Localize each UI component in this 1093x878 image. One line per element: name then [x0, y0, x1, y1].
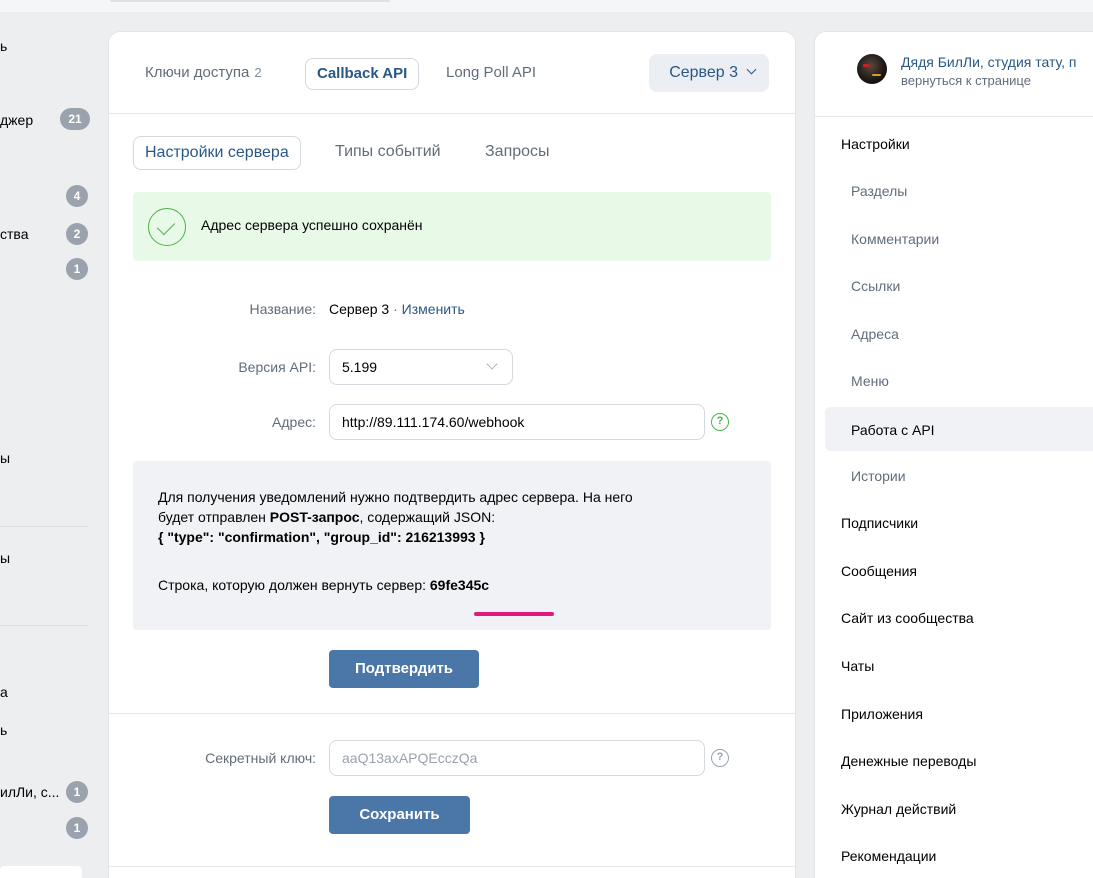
left-nav-badge: 1: [66, 817, 88, 839]
community-menu-card: Дядя БилЛи, студия тату, п вернуться к с…: [814, 31, 1093, 878]
highlight-underline: [474, 612, 554, 616]
menu-recommendations[interactable]: Рекомендации: [841, 848, 936, 864]
server-name: Сервер 3: [329, 301, 390, 317]
subtab-event-types[interactable]: Типы событий: [335, 136, 441, 170]
left-nav-item[interactable]: а: [0, 684, 8, 700]
left-nav-badge: 4: [66, 185, 88, 207]
change-name-link[interactable]: Изменить: [402, 301, 465, 317]
api-settings-card: Ключи доступа 2 Callback API Long Poll AP…: [108, 31, 796, 878]
info-line-4: Строка, которую должен вернуть сервер: 6…: [158, 577, 490, 593]
menu-subscribers[interactable]: Подписчики: [841, 515, 918, 531]
left-nav-item[interactable]: ь: [0, 722, 7, 738]
confirmation-code: 69fe345c: [429, 577, 490, 593]
menu-apps[interactable]: Приложения: [841, 706, 923, 722]
tab-callback-api[interactable]: Callback API: [305, 58, 420, 90]
confirm-button[interactable]: Подтвердить: [329, 650, 479, 688]
left-nav-item[interactable]: ы: [0, 450, 10, 466]
confirmation-info: Для получения уведомлений нужно подтверд…: [133, 461, 771, 630]
avatar[interactable]: [857, 54, 887, 84]
menu-addresses[interactable]: Адреса: [851, 326, 899, 342]
tab-access-keys-label: Ключи доступа: [145, 64, 250, 81]
divider: [109, 713, 795, 714]
left-nav-badge: 1: [66, 781, 88, 803]
address-label: Адрес:: [272, 414, 316, 430]
card-footer-divider: [109, 866, 795, 867]
left-nav-item[interactable]: ства: [0, 226, 28, 242]
server-select-label: Сервер 3: [669, 64, 738, 81]
left-nav-item[interactable]: ь: [0, 38, 7, 54]
server-subtabs: Настройки сервера Типы событий Запросы: [133, 136, 773, 170]
left-nav-badge: 2: [66, 223, 88, 245]
group-name-link[interactable]: Дядя БилЛи, студия тату, п: [901, 54, 1077, 70]
left-nav-item[interactable]: ы: [0, 550, 10, 566]
left-nav-badge: 1: [66, 258, 88, 280]
menu-menu[interactable]: Меню: [851, 373, 889, 389]
chevron-down-icon: [486, 358, 498, 370]
address-input[interactable]: [329, 404, 705, 440]
menu-api-label: Работа с API: [851, 422, 935, 438]
help-icon[interactable]: ?: [711, 749, 729, 767]
tab-access-keys[interactable]: Ключи доступа 2: [145, 58, 262, 90]
left-nav-item-group[interactable]: илЛи, с...: [0, 784, 59, 800]
subtab-requests[interactable]: Запросы: [485, 136, 550, 170]
menu-api-active[interactable]: Работа с API: [825, 407, 1093, 451]
api-version-label: Версия API:: [238, 359, 316, 375]
menu-messages[interactable]: Сообщения: [841, 563, 917, 579]
left-nav-divider: [0, 526, 88, 527]
check-circle-icon: [148, 208, 186, 246]
left-nav-footer-block: [0, 866, 82, 878]
menu-sections[interactable]: Разделы: [851, 183, 907, 199]
menu-links[interactable]: Ссылки: [851, 278, 900, 294]
chevron-down-icon: [746, 64, 757, 75]
name-separator: ·: [389, 301, 402, 317]
menu-site[interactable]: Сайт из сообщества: [841, 610, 974, 626]
server-select[interactable]: Сервер 3: [649, 54, 769, 92]
success-message: Адрес сервера успешно сохранён: [201, 217, 423, 233]
post-request-text: POST-запрос: [269, 509, 360, 525]
left-nav: ь джер 21 4 ства 2 1 ы ы а ь илЛи, с... …: [0, 0, 92, 878]
info-line-1: Для получения уведомлений нужно подтверд…: [158, 489, 633, 505]
api-tabs: Ключи доступа 2 Callback API Long Poll AP…: [109, 32, 795, 114]
info-json: { "type": "confirmation", "group_id": 21…: [158, 529, 485, 545]
tab-access-keys-count: 2: [254, 65, 262, 80]
tab-long-poll-api[interactable]: Long Poll API: [446, 58, 536, 90]
left-nav-item-manager[interactable]: джер: [0, 112, 33, 128]
name-label: Название:: [249, 301, 316, 317]
api-version-value: 5.199: [342, 359, 378, 375]
left-nav-divider: [0, 625, 88, 626]
secret-key-label: Секретный ключ:: [205, 750, 316, 766]
top-search-field-edge[interactable]: [110, 0, 390, 2]
divider: [815, 116, 1093, 117]
menu-stories[interactable]: Истории: [851, 468, 906, 484]
success-alert: Адрес сервера успешно сохранён: [133, 192, 771, 261]
back-to-page-link[interactable]: вернуться к странице: [901, 73, 1031, 88]
menu-settings[interactable]: Настройки: [841, 136, 910, 152]
menu-chats[interactable]: Чаты: [841, 658, 874, 674]
name-value-row: Сервер 3 · Изменить: [329, 301, 465, 317]
subtab-server-settings[interactable]: Настройки сервера: [133, 136, 301, 170]
help-icon[interactable]: ?: [711, 413, 729, 431]
info-line-2: будет отправлен POST-запрос, содержащий …: [158, 509, 496, 525]
secret-key-input[interactable]: [329, 740, 705, 776]
left-nav-badge: 21: [60, 108, 90, 130]
save-button[interactable]: Сохранить: [329, 796, 470, 834]
menu-comments[interactable]: Комментарии: [851, 231, 939, 247]
api-version-select[interactable]: 5.199: [329, 349, 513, 385]
menu-transfers[interactable]: Денежные переводы: [841, 753, 976, 769]
menu-log[interactable]: Журнал действий: [841, 801, 956, 817]
